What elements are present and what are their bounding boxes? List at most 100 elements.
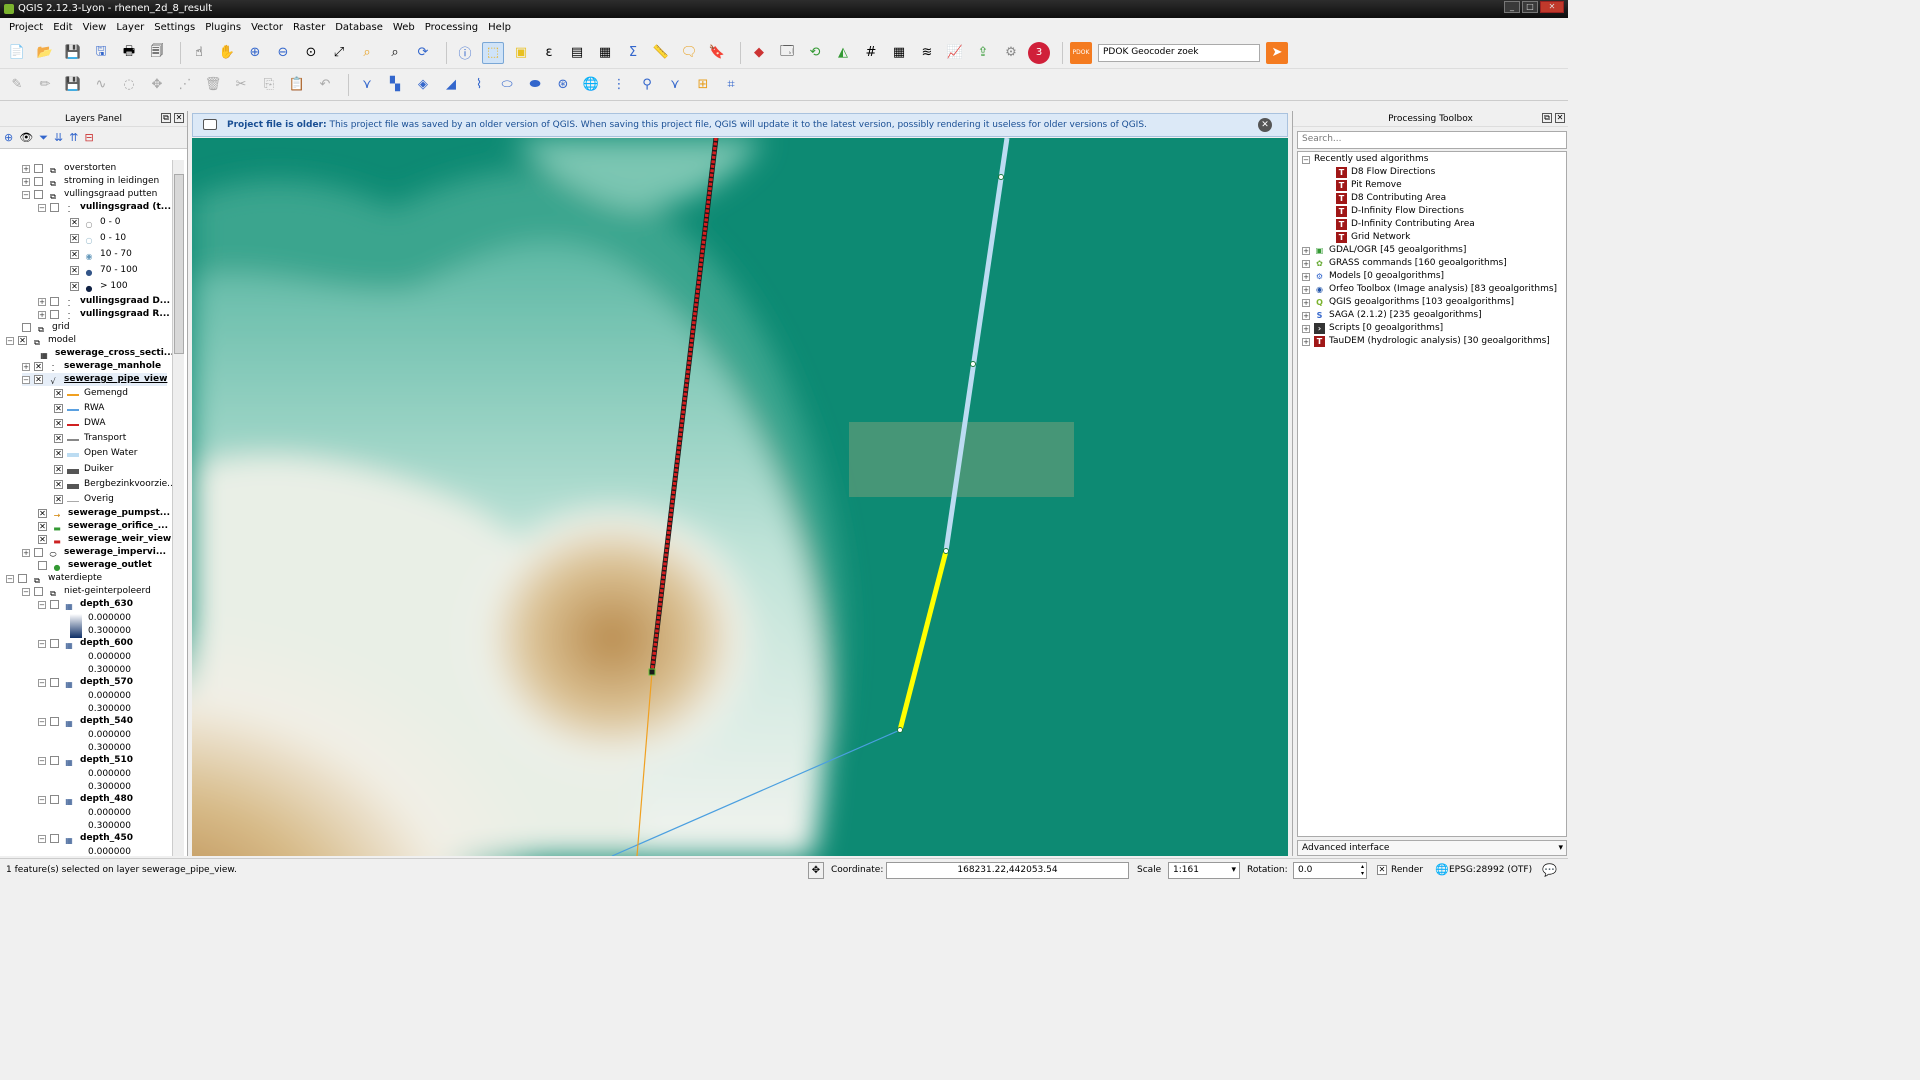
legend-class-row[interactable]: ✕ ● > 100	[70, 280, 128, 293]
split-icon[interactable]: ⬭	[496, 74, 518, 96]
field-calculator-icon[interactable]: ▦	[594, 42, 616, 64]
vertex-marker[interactable]	[998, 174, 1004, 180]
raster-layer-row[interactable]: − ▦ depth_510	[38, 754, 133, 767]
maximize-button[interactable]: □	[1522, 1, 1538, 13]
raster-layer-row[interactable]: − ▦ depth_480	[38, 793, 133, 806]
close-message-button[interactable]: ✕	[1258, 118, 1272, 132]
provider-saga[interactable]: + S SAGA (2.1.2) [235 geoalgorithms]	[1302, 309, 1482, 322]
deselect-icon[interactable]: ▣	[510, 42, 532, 64]
layer-row[interactable]: − ⧉ niet-geinterpoleerd	[22, 585, 151, 598]
layer-row[interactable]: − ⧉ waterdiepte	[6, 572, 102, 585]
algorithm-item[interactable]: T D-Infinity Flow Directions	[1336, 205, 1464, 218]
legend-class-row[interactable]: ✕ RWA	[54, 402, 104, 415]
legend-class-row[interactable]: ✕ ● 70 - 100	[70, 264, 138, 277]
chart-icon[interactable]: 📈	[944, 42, 966, 64]
render-checkbox[interactable]: ✕	[1377, 865, 1387, 875]
vertex-marker[interactable]	[970, 361, 976, 367]
touch-zoom-icon[interactable]: ☝	[188, 42, 210, 64]
zoom-native-icon[interactable]: ⊙	[300, 42, 322, 64]
geocoder-input[interactable]: PDOK Geocoder zoek	[1098, 43, 1260, 62]
menu-database[interactable]: Database	[330, 19, 388, 37]
menu-web[interactable]: Web	[388, 19, 420, 37]
layer-row[interactable]: − ⧉ vullingsgraad putten	[22, 188, 157, 201]
layer-row[interactable]: + ⁚ vullingsgraad R...	[38, 308, 170, 321]
plugin-red-icon[interactable]: ◆	[748, 42, 770, 64]
raster-layer-row[interactable]: − ▦ depth_570	[38, 676, 133, 689]
toggle-extents-icon[interactable]: ✥	[808, 862, 824, 879]
add-feature-icon[interactable]: ∿	[90, 74, 112, 96]
algorithm-item[interactable]: T D-Infinity Contributing Area	[1336, 218, 1475, 231]
float-processing-button[interactable]: ⧉	[1542, 113, 1552, 123]
menu-settings[interactable]: Settings	[149, 19, 200, 37]
plugin-grid-icon[interactable]: ⊞	[692, 74, 714, 96]
digitize-icon[interactable]: ⋎	[664, 74, 686, 96]
menu-processing[interactable]: Processing	[420, 19, 483, 37]
layer-row[interactable]: + ⧉ overstorten	[22, 162, 116, 175]
bookmark-icon[interactable]: 🔖	[706, 42, 728, 64]
provider-scripts[interactable]: + › Scripts [0 geoalgorithms]	[1302, 322, 1443, 335]
table-icon[interactable]: ▦	[888, 42, 910, 64]
settings-gear-icon[interactable]: ⚙	[1000, 42, 1022, 64]
layer-row[interactable]: + ⁚ vullingsgraad D...	[38, 295, 170, 308]
close-window-button[interactable]: ✕	[1540, 1, 1564, 13]
legend-class-row[interactable]: ✕ DWA	[54, 417, 106, 430]
save-edits-icon[interactable]: 💾	[62, 74, 84, 96]
export-icon[interactable]: ⇪	[972, 42, 994, 64]
raster-layer-row[interactable]: − ▦ depth_630	[38, 598, 133, 611]
select-features-icon[interactable]: ⬚	[482, 41, 504, 64]
legend-class-row[interactable]: ✕ Open Water	[54, 447, 138, 460]
provider-gdal[interactable]: + ▣ GDAL/OGR [45 geoalgorithms]	[1302, 244, 1466, 257]
zoom-in-icon[interactable]: ⊕	[244, 42, 266, 64]
add-part-icon[interactable]: ◈	[412, 74, 434, 96]
algorithm-item[interactable]: T D8 Contributing Area	[1336, 192, 1446, 205]
minimize-button[interactable]: _	[1504, 1, 1520, 13]
vertex-marker[interactable]	[897, 727, 903, 733]
layer-row-selected[interactable]: − ✕ √ sewerage_pipe_view	[22, 373, 168, 386]
pan-icon[interactable]: ✋	[216, 42, 238, 64]
layers-scrollbar[interactable]	[172, 160, 184, 856]
new-project-icon[interactable]: 📄	[6, 42, 28, 64]
delete-icon[interactable]: 🗑	[202, 74, 224, 96]
provider-grass[interactable]: + ✿ GRASS commands [160 geoalgorithms]	[1302, 257, 1507, 270]
algorithm-item[interactable]: T D8 Flow Directions	[1336, 166, 1435, 179]
add-group-icon[interactable]: ⊕	[4, 131, 13, 144]
recent-algorithms-group[interactable]: − Recently used algorithms	[1302, 153, 1428, 166]
layer-row[interactable]: + ⬭ sewerage_impervi...	[22, 546, 166, 559]
menu-raster[interactable]: Raster	[288, 19, 330, 37]
print-composer-icon[interactable]: 🖶	[118, 42, 140, 64]
legend-class-row[interactable]: ✕ Bergbezinkvoorzie...	[54, 478, 172, 491]
plugin-network-icon[interactable]: ⌗	[720, 74, 742, 96]
save-project-icon[interactable]: 💾	[62, 42, 84, 64]
float-panel-button[interactable]: ⧉	[161, 113, 171, 123]
layer-row[interactable]: − ⁚ vullingsgraad (t...	[38, 201, 171, 214]
cut-icon[interactable]: ✂	[230, 74, 252, 96]
plugin-sync-icon[interactable]: ⟲	[804, 42, 826, 64]
composer-manager-icon[interactable]: 🗐	[146, 42, 168, 64]
add-ring-icon[interactable]: ◌	[118, 74, 140, 96]
raster-layer-row[interactable]: − ▦ depth_600	[38, 637, 133, 650]
close-processing-button[interactable]: ✕	[1555, 113, 1565, 123]
statistics-icon[interactable]: Σ	[622, 42, 644, 64]
rotate-icon[interactable]: ⊛	[552, 74, 574, 96]
legend-class-row[interactable]: ✕ ◉ 10 - 70	[70, 248, 132, 261]
legend-class-row[interactable]: ✕ Gemengd	[54, 387, 128, 400]
vertex-select-icon[interactable]: ⋮	[608, 74, 630, 96]
legend-class-row[interactable]: ✕ ○ 0 - 10	[70, 232, 126, 245]
layer-row[interactable]: + ✕ ⁚ sewerage_manhole	[22, 360, 161, 373]
layer-row[interactable]: − ✕ ⧉ model	[6, 334, 76, 347]
add-vertex-icon[interactable]: ⋎	[356, 74, 378, 96]
legend-class-row[interactable]: ✕ Transport	[54, 432, 126, 445]
provider-models[interactable]: + ⚙ Models [0 geoalgorithms]	[1302, 270, 1444, 283]
provider-qgis[interactable]: + Q QGIS geoalgorithms [103 geoalgorithms]	[1302, 296, 1514, 309]
filter-icon[interactable]: ⏷	[39, 131, 48, 145]
zoom-out-icon[interactable]: ⊖	[272, 42, 294, 64]
provider-taudem[interactable]: + T TauDEM (hydrologic analysis) [30 geoal…	[1302, 335, 1550, 348]
legend-class-row[interactable]: ✕ Duiker	[54, 463, 113, 476]
manhole-marker[interactable]	[648, 668, 656, 676]
layers-stack-icon[interactable]: ≋	[916, 42, 938, 64]
rotation-spinbox[interactable]: 0.0 ▴ ▾	[1293, 862, 1367, 879]
pdok-icon[interactable]: PDOK	[1070, 41, 1092, 64]
expression-select-icon[interactable]: ε	[538, 42, 560, 64]
save-as-icon[interactable]: 🖫	[90, 42, 112, 64]
layer-row[interactable]: ✕ → sewerage_pumpst...	[38, 507, 170, 520]
